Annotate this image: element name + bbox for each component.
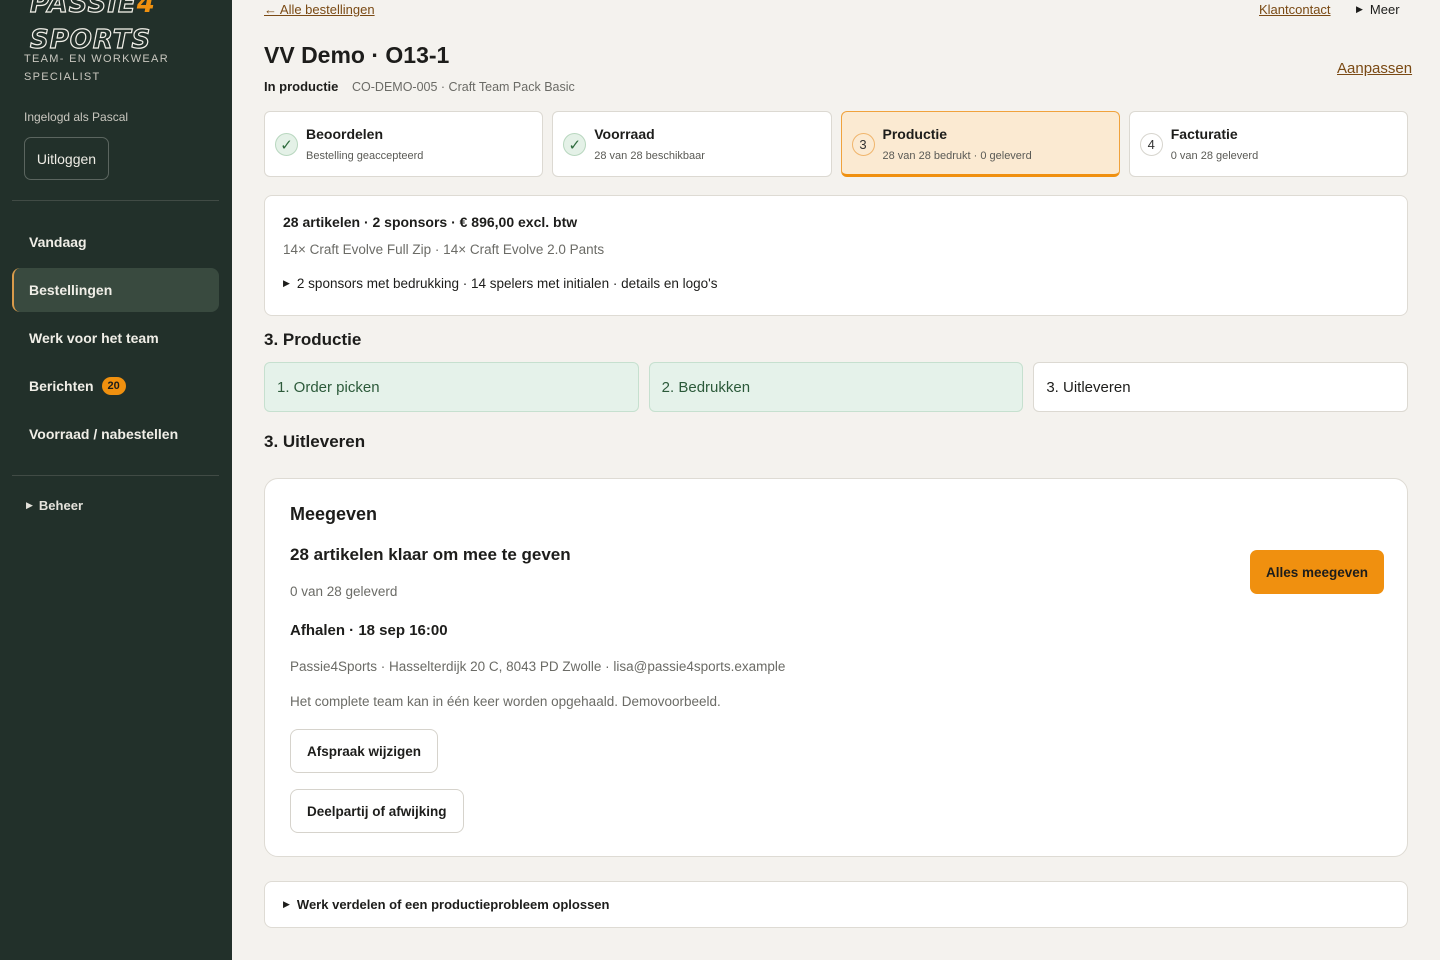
tab-uitleveren[interactable]: 3. Uitleveren bbox=[1033, 362, 1409, 412]
work-distribution-toggle[interactable]: ▶ Werk verdelen of een productieprobleem… bbox=[283, 897, 609, 912]
meer-label: Meer bbox=[1369, 2, 1400, 17]
step-number: 3 bbox=[851, 133, 875, 156]
partial-delivery-button[interactable]: Deelpartij of afwijking bbox=[290, 789, 464, 833]
sidebar-item-label: Vandaag bbox=[29, 234, 87, 250]
summary-details-toggle[interactable]: ▶ 2 sponsors met bedrukking · 14 spelers… bbox=[283, 276, 717, 291]
status-label: In productie bbox=[264, 79, 339, 94]
expand-triangle-icon: ▶ bbox=[1356, 4, 1363, 14]
step-subtitle: 28 van 28 beschikbaar bbox=[594, 150, 705, 162]
beheer-toggle[interactable]: ▶ Beheer bbox=[26, 498, 83, 513]
sidebar-item-bestellingen[interactable]: Bestellingen bbox=[12, 268, 219, 312]
ready-count: 28 artikelen klaar om mee te geven bbox=[290, 545, 571, 564]
summary-totals: 28 artikelen · 2 sponsors · € 896,00 exc… bbox=[283, 214, 578, 230]
sidebar-item-label: Voorraad / nabestellen bbox=[29, 426, 179, 442]
sidebar-item-label: Werk voor het team bbox=[29, 330, 159, 346]
work-distribution-label: Werk verdelen of een productieprobleem o… bbox=[296, 897, 610, 912]
order-status-line: In productie CO-DEMO-005 · Craft Team Pa… bbox=[264, 79, 575, 94]
beheer-label: Beheer bbox=[38, 498, 83, 513]
step-subtitle: 0 van 28 geleverd bbox=[1170, 150, 1259, 162]
work-distribution-card[interactable]: ▶ Werk verdelen of een productieprobleem… bbox=[264, 881, 1408, 928]
step-subtitle: Bestelling geaccepteerd bbox=[306, 150, 424, 162]
deliver-all-button[interactable]: Alles meegeven bbox=[1250, 550, 1384, 594]
step-facturatie[interactable]: 4 Facturatie 0 van 28 geleverd bbox=[1128, 111, 1408, 177]
step-voorraad[interactable]: ✓ Voorraad 28 van 28 beschikbaar bbox=[552, 111, 832, 177]
summary-items: 14× Craft Evolve Full Zip · 14× Craft Ev… bbox=[283, 242, 605, 257]
unread-count-badge: 20 bbox=[101, 377, 126, 395]
check-icon: ✓ bbox=[563, 133, 587, 156]
tab-bedrukken[interactable]: 2. Bedrukken bbox=[648, 362, 1024, 412]
sidebar-divider bbox=[12, 475, 219, 476]
logout-button[interactable]: Uitloggen bbox=[24, 137, 109, 180]
production-section-title: 3. Productie bbox=[264, 330, 362, 349]
sidebar-item-label: Berichten bbox=[29, 378, 94, 394]
expand-triangle-icon: ▶ bbox=[26, 500, 33, 510]
expand-triangle-icon: ▶ bbox=[283, 899, 290, 909]
step-subtitle: 28 van 28 bedrukt · 0 geleverd bbox=[882, 150, 1032, 162]
step-title: Voorraad bbox=[594, 126, 655, 142]
step-productie[interactable]: 3 Productie 28 van 28 bedrukt · 0 geleve… bbox=[840, 111, 1120, 177]
sidebar-item-werk[interactable]: Werk voor het team bbox=[12, 316, 219, 360]
sidebar-item-berichten[interactable]: Berichten 20 bbox=[12, 364, 219, 408]
page-title: VV Demo · O13-1 bbox=[264, 42, 450, 68]
order-summary-card: 28 artikelen · 2 sponsors · € 896,00 exc… bbox=[264, 195, 1408, 316]
step-number: 4 bbox=[1139, 133, 1163, 156]
step-title: Productie bbox=[882, 126, 948, 142]
step-title: Facturatie bbox=[1170, 126, 1238, 142]
production-subtabs: 1. Order picken 2. Bedrukken 3. Uitlever… bbox=[264, 362, 1409, 412]
meegeven-card: Meegeven 28 artikelen klaar om mee te ge… bbox=[264, 478, 1408, 857]
sidebar: PASSIE4 SPORTS TEAM- EN WORKWEAR SPECIALI… bbox=[0, 0, 232, 960]
change-appointment-button[interactable]: Afspraak wijzigen bbox=[290, 729, 439, 773]
check-icon: ✓ bbox=[275, 133, 298, 156]
order-stepper: ✓ Beoordelen Bestelling geaccepteerd ✓ V… bbox=[264, 111, 1408, 177]
step-title: Beoordelen bbox=[306, 126, 384, 142]
uitleveren-section-title: 3. Uitleveren bbox=[264, 432, 366, 451]
tagline: TEAM- EN WORKWEAR SPECIALIST bbox=[24, 53, 169, 83]
sidebar-item-voorraad[interactable]: Voorraad / nabestellen bbox=[12, 412, 219, 456]
klantcontact-link[interactable]: Klantcontact bbox=[1259, 2, 1331, 17]
pickup-address: Passie4Sports · Hasselterdijk 20 C, 8043… bbox=[290, 659, 786, 674]
pickup-appointment: Afhalen · 18 sep 16:00 bbox=[290, 622, 448, 639]
aanpassen-link[interactable]: Aanpassen bbox=[1337, 60, 1412, 77]
expand-triangle-icon: ▶ bbox=[283, 278, 290, 288]
logged-in-label: Ingelogd als Pascal bbox=[24, 110, 129, 124]
step-beoordelen[interactable]: ✓ Beoordelen Bestelling geaccepteerd bbox=[264, 111, 544, 177]
sidebar-divider bbox=[12, 200, 219, 201]
delivered-count: 0 van 28 geleverd bbox=[290, 584, 398, 599]
back-link[interactable]: ← Alle bestellingen bbox=[264, 2, 375, 17]
pickup-note: Het complete team kan in één keer worden… bbox=[290, 694, 721, 709]
sidebar-item-vandaag[interactable]: Vandaag bbox=[12, 220, 219, 264]
sidebar-item-label: Bestellingen bbox=[29, 282, 113, 298]
meer-toggle[interactable]: ▶ Meer bbox=[1356, 2, 1400, 17]
order-meta: CO-DEMO-005 · Craft Team Pack Basic bbox=[352, 80, 575, 94]
details-label: 2 sponsors met bedrukking · 14 spelers m… bbox=[296, 276, 718, 291]
tab-order-picken[interactable]: 1. Order picken bbox=[264, 362, 639, 412]
meegeven-heading: Meegeven bbox=[290, 504, 378, 524]
